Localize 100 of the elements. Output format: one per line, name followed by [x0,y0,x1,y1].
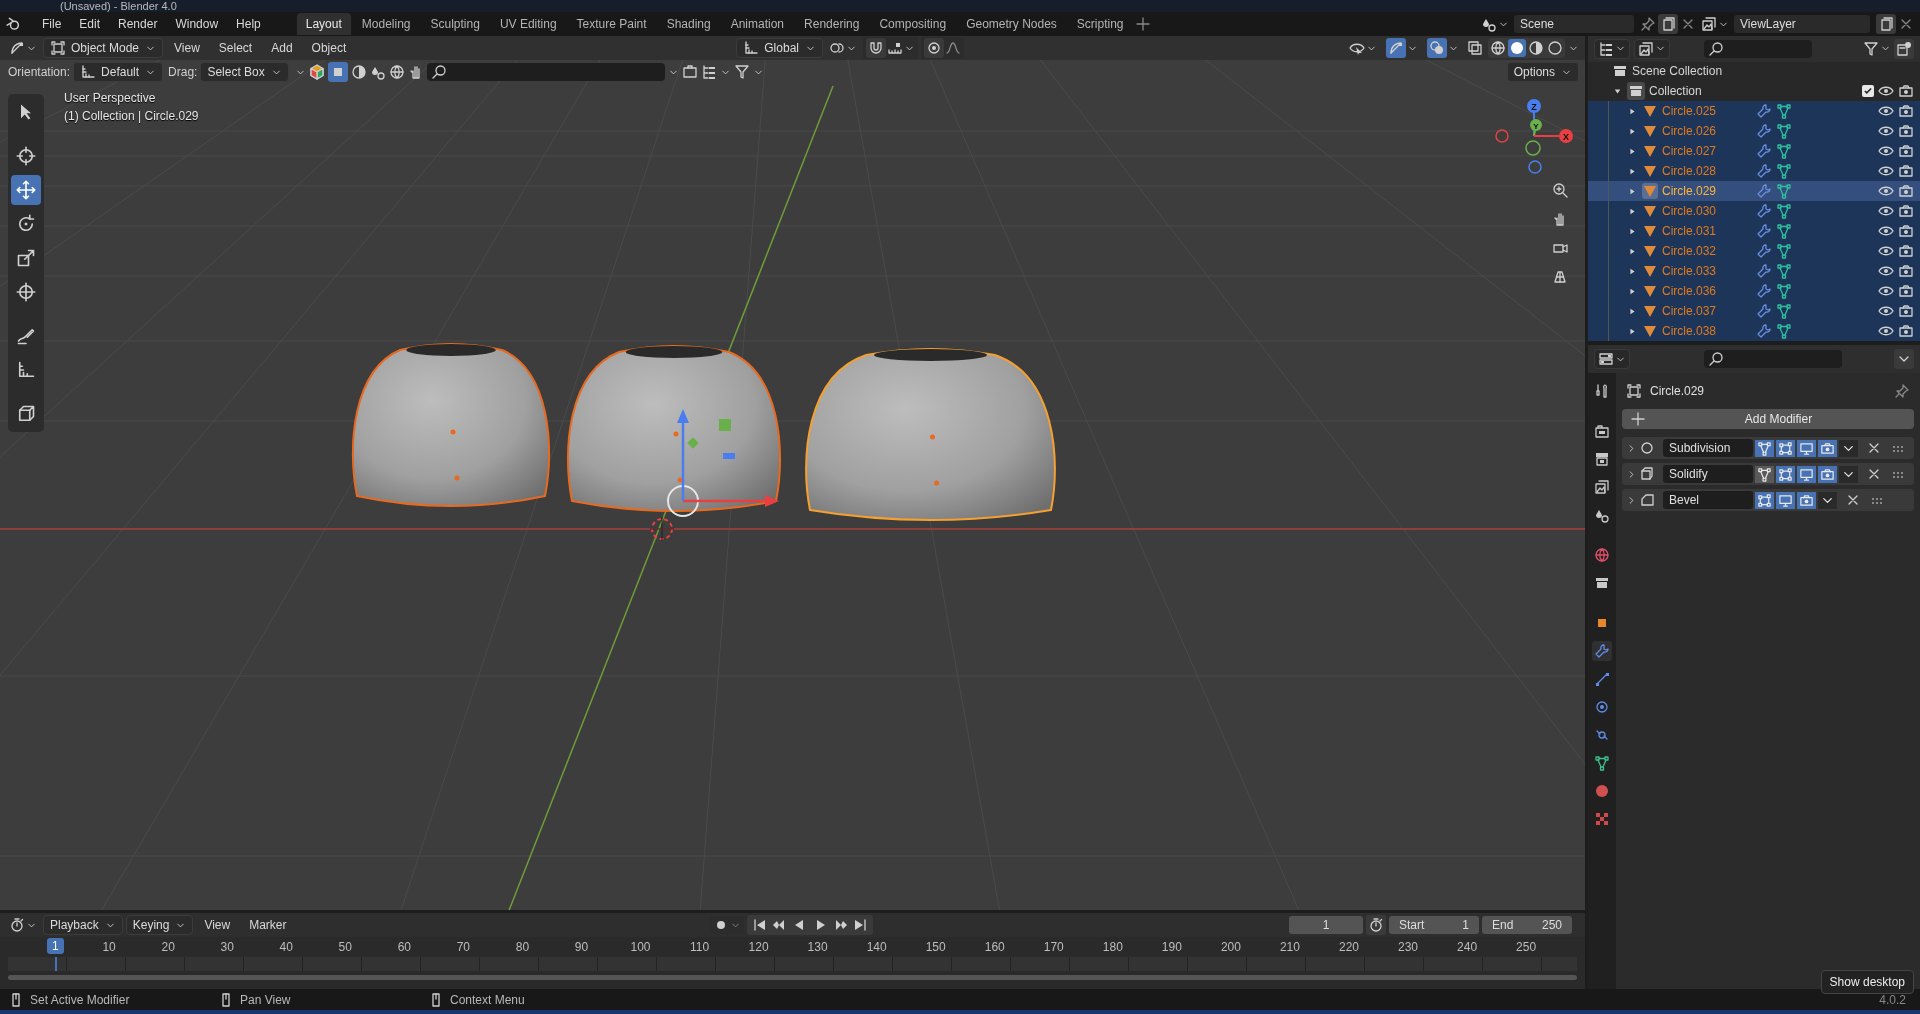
modifier-name-field[interactable]: Subdivision [1663,439,1753,457]
image-stack-icon[interactable] [1592,477,1612,497]
solid-shading-icon[interactable] [1508,39,1526,57]
mesh-data-icon[interactable] [1776,163,1792,179]
scene-field[interactable]: Scene [1514,15,1634,33]
mesh-data-icon[interactable] [1776,323,1792,339]
render-toggle-icon[interactable] [1818,439,1837,457]
workspace-tab[interactable]: Layout [296,13,351,35]
workspace-tab[interactable]: Shading [657,13,720,35]
viewport-toggle-icon[interactable] [1797,465,1816,483]
search-field[interactable] [1704,39,1812,58]
world-filter-icon[interactable] [388,64,405,80]
menu-item[interactable]: Select [210,39,261,57]
tree-item[interactable]: Circle.037 [1588,301,1920,321]
snap-icon[interactable] [865,38,886,58]
workspace-tab[interactable]: Compositing [870,13,956,35]
menu-item[interactable]: Object [303,39,355,57]
workspace-tab[interactable]: Scripting [1067,13,1133,35]
modifier-name-field[interactable]: Bevel [1663,491,1753,509]
pin-icon[interactable] [1640,16,1656,32]
wrench-icon[interactable] [1756,103,1772,119]
wrench-icon[interactable] [1592,641,1612,661]
tree-item[interactable]: Circle.030 [1588,201,1920,221]
bookmark-icon[interactable] [681,64,698,80]
setting-dropdown[interactable]: Default [73,62,164,82]
menu-dropdown[interactable]: Keying [125,915,194,936]
menu-item[interactable]: Edit [71,15,109,33]
scrollbar[interactable] [8,975,1577,981]
orientation-dropdown[interactable]: Global [736,38,823,58]
xray-toggle-icon[interactable] [1465,38,1485,58]
caret-icon[interactable] [1839,465,1858,483]
tree-item[interactable]: Circle.029 [1588,181,1920,201]
view-layer-icon[interactable] [1701,16,1717,32]
mesh-data-icon[interactable] [1776,283,1792,299]
view-layer-icon[interactable] [1638,40,1654,57]
wrench-icon[interactable] [1756,283,1772,299]
mesh-data-icon[interactable] [1776,103,1792,119]
wireframe-shading-icon[interactable] [1489,39,1507,57]
object-filter-icon[interactable] [327,62,348,82]
wrench-icon[interactable] [1756,163,1772,179]
viewport-toggle-icon[interactable] [1797,439,1816,457]
playhead-frame-badge[interactable]: 1 [47,938,64,955]
editor-type-icon[interactable] [1598,351,1614,367]
render-toggle-icon[interactable] [1818,465,1837,483]
wrench-icon[interactable] [1756,303,1772,319]
render-camera-icon[interactable] [1898,223,1914,239]
render-camera-icon[interactable] [1898,123,1914,139]
mesh-data-icon[interactable] [1776,203,1792,219]
tree-item[interactable]: Scene Collection [1632,64,1723,79]
render-camera-icon[interactable] [1898,103,1914,119]
workspace-tab[interactable]: UV Editing [490,13,566,35]
menu-item[interactable]: Window [167,15,227,33]
cage-toggle-icon[interactable] [1755,491,1774,509]
tree-item[interactable]: Circle.033 [1588,261,1920,281]
gizmo-toggle-icon[interactable] [1386,38,1406,58]
viewport-toggle-icon[interactable] [1776,491,1795,509]
display-mode-icon[interactable] [1598,40,1614,57]
wrench-icon[interactable] [1756,183,1772,199]
globe-icon[interactable] [1592,545,1612,565]
workspace-tab[interactable]: Animation [721,13,794,35]
render-camera-icon[interactable] [1898,243,1914,259]
tree-item[interactable]: Collection [1649,84,1702,99]
menu-item[interactable]: Render [110,15,166,33]
edit-mode-toggle-icon[interactable] [1755,439,1774,457]
mesh-data-icon[interactable] [1776,263,1792,279]
copy-icon[interactable] [1658,14,1678,34]
render-camera-icon[interactable] [1898,303,1914,319]
menu-item[interactable]: Marker [241,916,295,935]
editor-type-icon[interactable] [9,917,25,934]
cage-toggle-icon[interactable] [1776,439,1795,457]
menu-item[interactable]: View [166,39,208,57]
current-frame-field[interactable]: 1 [1289,916,1363,935]
axis-gizmo-drawing[interactable]: Z Y X [1490,96,1580,181]
proportional-edit-icon[interactable] [923,38,944,58]
menu-item[interactable]: Help [228,15,269,33]
snap-increment-icon[interactable] [886,40,903,56]
wrench-icon[interactable] [1756,323,1772,339]
tree-item[interactable]: Circle.036 [1588,281,1920,301]
checkbox[interactable] [1862,85,1874,98]
zoom-icon[interactable] [1550,180,1570,200]
tree-item[interactable]: Circle.038 [1588,321,1920,341]
filter-icon[interactable] [1863,40,1879,57]
render-camera-icon[interactable] [1898,283,1914,299]
options-dropdown[interactable]: Options [1506,62,1579,82]
hierarchy-icon[interactable] [700,64,717,80]
mesh-data-icon[interactable] [1776,183,1792,199]
tree-item[interactable]: Circle.031 [1588,221,1920,241]
render-camera-icon[interactable] [1898,143,1914,159]
caret-icon[interactable] [1818,491,1837,509]
editor-type-icon[interactable] [9,40,25,56]
caret-icon[interactable] [1839,439,1858,457]
menu-item[interactable]: View [196,916,239,935]
render-camera-icon[interactable] [1898,83,1914,100]
tree-item[interactable]: Circle.026 [1588,121,1920,141]
mesh-data-icon[interactable] [1776,303,1792,319]
render-camera-icon[interactable] [1898,323,1914,339]
overlay-toggle-icon[interactable] [1427,38,1447,58]
pin-icon[interactable] [1894,383,1910,399]
workspace-tab[interactable]: Modeling [352,13,420,35]
mesh-data-icon[interactable] [1776,143,1792,159]
